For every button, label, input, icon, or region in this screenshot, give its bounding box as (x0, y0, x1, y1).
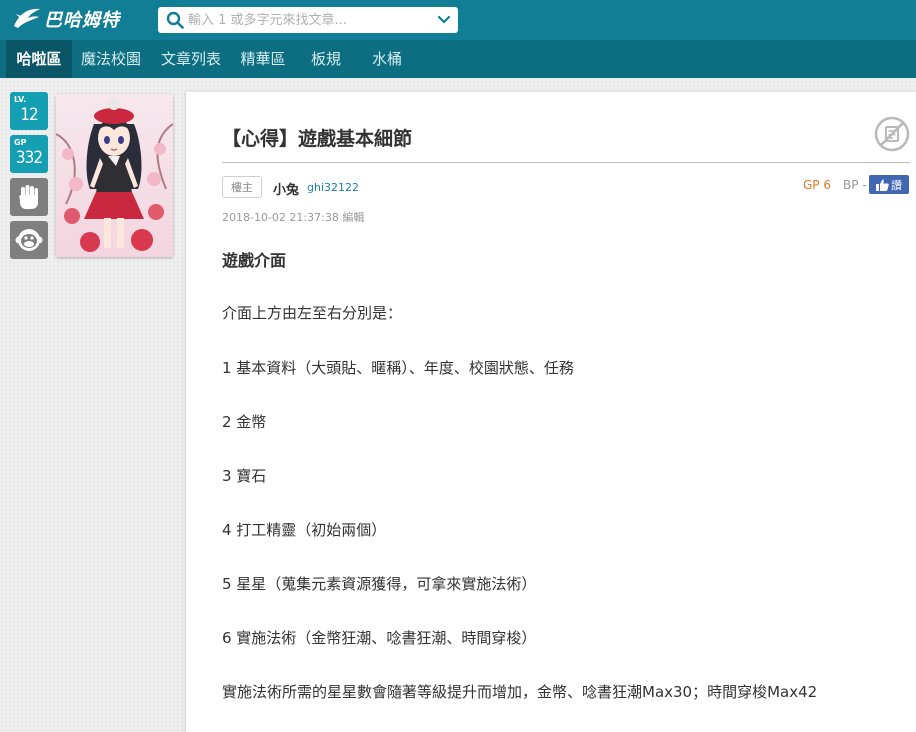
nav-item-bucket[interactable]: 水桶 (362, 40, 412, 78)
title-divider (222, 162, 910, 163)
section-heading: 遊戲介面 (222, 251, 287, 270)
post-timestamp: 2018-10-02 21:37:38 編輯 (222, 209, 364, 225)
report-icon[interactable] (874, 116, 910, 152)
author-id-link[interactable]: ghi32122 (307, 181, 359, 194)
gp-button[interactable]: GP 6 (803, 178, 831, 192)
body-paragraph: 實施法術所需的星星數會隨著等級提升而增加，金幣、唸書狂潮Max30；時間穿梭Ma… (222, 683, 818, 701)
edit-label: 編輯 (342, 211, 365, 224)
fist-icon (19, 185, 38, 209)
fist-button[interactable] (10, 178, 48, 216)
body-paragraph: 5 星星（蒐集元素資源獲得，可拿來實施法術） (222, 575, 537, 593)
body-paragraph: 1 基本資料（大頭貼、暱稱）、年度、校園狀態、任務 (222, 359, 574, 377)
body-paragraph: 4 打工精靈（初始兩個） (222, 521, 387, 539)
thumbs-up-icon (876, 179, 889, 191)
board-nav: 哈啦區 魔法校園 文章列表 精華區 板規 水桶 (0, 40, 916, 78)
nav-item-chat[interactable]: 哈啦區 (6, 40, 72, 78)
level-badge[interactable]: LV. 12 (10, 92, 48, 130)
logo-text: 巴哈姆特 (44, 10, 120, 31)
body-paragraph: 6 實施法術（金幣狂潮、唸書狂潮、時間穿梭） (222, 629, 537, 647)
like-label: 讚 (891, 178, 902, 192)
search-input[interactable] (188, 10, 428, 30)
monkey-button[interactable] (10, 221, 48, 259)
site-logo[interactable]: 巴哈姆特 (12, 5, 120, 33)
body-paragraph: 2 金幣 (222, 413, 267, 431)
timestamp-text: 2018-10-02 21:37:38 (222, 211, 339, 224)
nav-item-magic-school[interactable]: 魔法校園 (74, 40, 148, 78)
body-paragraph: 3 寶石 (222, 467, 267, 485)
facebook-like-button[interactable]: 讚 (869, 175, 909, 194)
op-tag: 樓主 (222, 176, 262, 198)
monkey-face-icon (15, 229, 43, 251)
post-title: 【心得】遊戲基本細節 (222, 128, 413, 150)
chevron-down-icon[interactable] (436, 12, 452, 28)
top-bar: 巴哈姆特 (0, 0, 916, 40)
nav-item-featured[interactable]: 精華區 (234, 40, 292, 78)
search-icon[interactable] (166, 11, 184, 29)
author-name[interactable]: 小兔 (273, 179, 299, 198)
gp-badge[interactable]: GP 332 (10, 135, 48, 173)
bp-button[interactable]: BP - (843, 178, 867, 192)
level-value: 12 (20, 105, 38, 125)
search-box[interactable] (158, 7, 458, 33)
avatar-illustration (56, 94, 173, 257)
nav-item-article-list[interactable]: 文章列表 (154, 40, 228, 78)
nav-item-rules[interactable]: 板規 (302, 40, 350, 78)
avatar[interactable] (56, 94, 173, 257)
gp-value: 332 (15, 148, 43, 168)
gp-label: GP (14, 138, 27, 147)
level-label: LV. (14, 95, 27, 104)
body-paragraph: 介面上方由左至右分別是： (222, 304, 403, 322)
dragon-logo-icon (14, 8, 40, 28)
